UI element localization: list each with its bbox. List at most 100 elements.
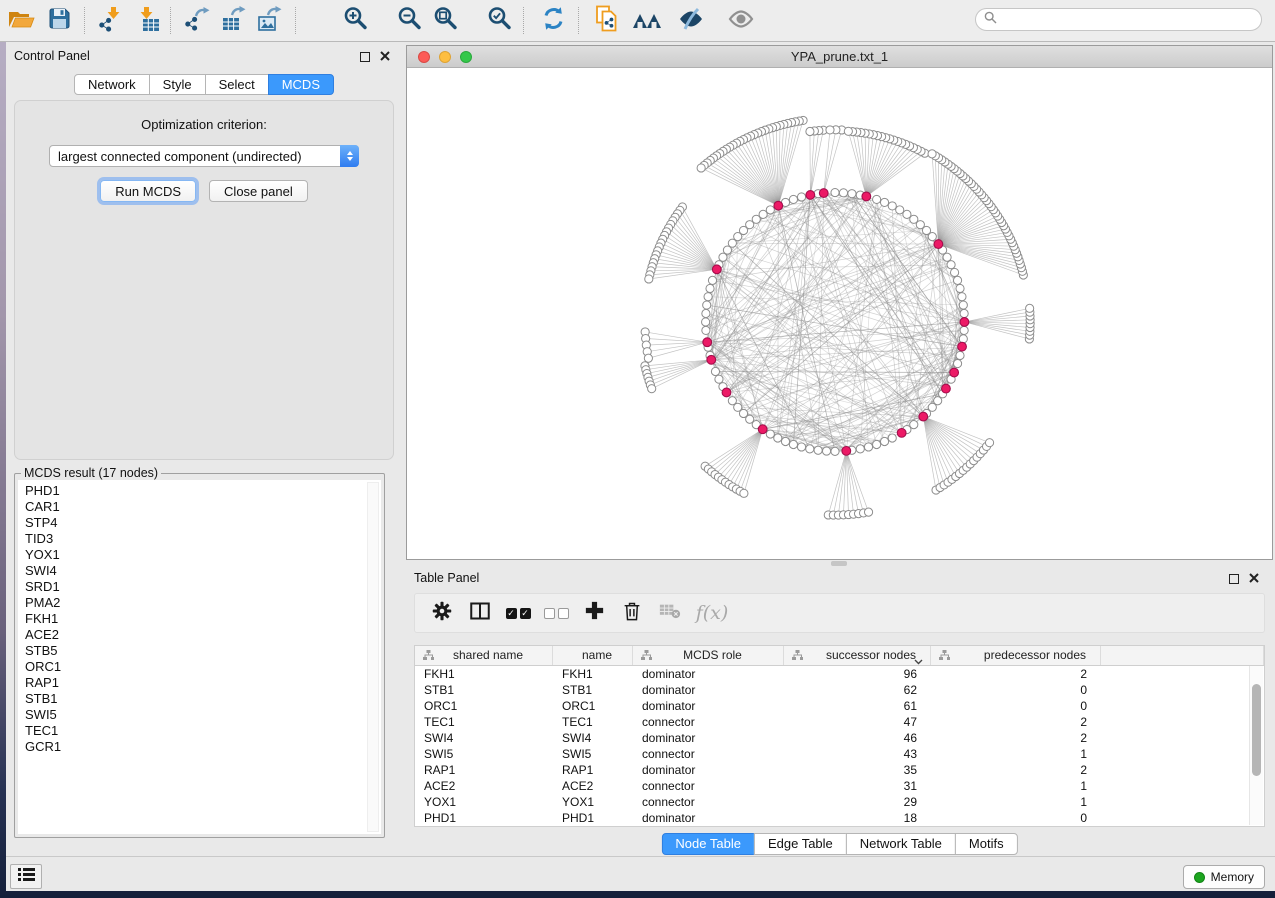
mcds-result-item[interactable]: CAR1 — [18, 499, 381, 515]
sort-icon[interactable] — [914, 652, 923, 670]
mcds-result-item[interactable]: ORC1 — [18, 659, 381, 675]
tab-network-table[interactable]: Network Table — [846, 833, 956, 855]
run-mcds-button[interactable]: Run MCDS — [100, 180, 196, 202]
table-cell: dominator — [633, 698, 784, 714]
mcds-result-item[interactable]: RAP1 — [18, 675, 381, 691]
table-cell: 2 — [931, 762, 1101, 778]
add-icon — [585, 601, 604, 625]
zoom-fit-button[interactable] — [430, 6, 460, 36]
table-row[interactable]: FKH1FKH1dominator962 — [415, 666, 1264, 682]
table-row[interactable]: SWI4SWI4dominator462 — [415, 730, 1264, 746]
table-row[interactable]: YOX1YOX1connector291 — [415, 794, 1264, 810]
deselect-all-button[interactable] — [537, 608, 575, 619]
clone-network-button[interactable] — [592, 6, 622, 36]
mcds-result-item[interactable]: GCR1 — [18, 739, 381, 755]
apply-function-button[interactable]: f(x) — [689, 602, 735, 624]
table-cell: 1 — [931, 746, 1101, 762]
mcds-result-item[interactable]: STB5 — [18, 643, 381, 659]
close-panel-button[interactable]: Close panel — [209, 180, 308, 202]
delete-column-button[interactable] — [613, 601, 651, 626]
gear-icon — [432, 601, 452, 626]
table-row[interactable]: STB1STB1dominator620 — [415, 682, 1264, 698]
mcds-result-item[interactable]: SWI5 — [18, 707, 381, 723]
mcds-result-item[interactable]: ACE2 — [18, 627, 381, 643]
first-neighbors-button[interactable] — [632, 6, 662, 36]
table-row[interactable]: ACE2ACE2connector311 — [415, 778, 1264, 794]
close-table-panel-icon[interactable] — [1249, 573, 1259, 583]
tab-mcds[interactable]: MCDS — [268, 74, 334, 95]
mcds-result-item[interactable]: TEC1 — [18, 723, 381, 739]
table-cell: FKH1 — [415, 666, 553, 682]
select-all-button[interactable]: ✓✓ — [499, 608, 537, 619]
table-row[interactable]: SWI5SWI5connector431 — [415, 746, 1264, 762]
table-row[interactable]: RAP1RAP1dominator352 — [415, 762, 1264, 778]
zoom-selected-button[interactable] — [484, 6, 514, 36]
zoom-in-button[interactable] — [340, 6, 370, 36]
criterion-dropdown[interactable]: largest connected component (undirected) — [49, 145, 359, 167]
table-settings-button[interactable] — [423, 601, 461, 626]
table-panel: Table Panel — [406, 567, 1273, 856]
memory-button[interactable]: Memory — [1183, 865, 1265, 889]
table-cell: 96 — [784, 666, 931, 682]
tab-style[interactable]: Style — [149, 74, 206, 95]
mcds-result-item[interactable]: SRD1 — [18, 579, 381, 595]
import-table-button[interactable] — [132, 6, 162, 36]
tab-network[interactable]: Network — [74, 74, 150, 95]
save-session-button[interactable] — [44, 6, 74, 36]
hide-selected-button[interactable] — [676, 6, 706, 36]
show-columns-button[interactable] — [461, 602, 499, 625]
table-scroll-thumb[interactable] — [1252, 684, 1261, 776]
export-image-button[interactable] — [254, 6, 284, 36]
tab-motifs[interactable]: Motifs — [955, 833, 1018, 855]
table-cell: 61 — [784, 698, 931, 714]
table-row[interactable]: PHD1PHD1dominator180 — [415, 810, 1264, 826]
float-panel-icon[interactable] — [360, 52, 370, 62]
column-header-successor-nodes[interactable]: successor nodes — [784, 646, 931, 665]
export-table-button[interactable] — [218, 6, 248, 36]
close-panel-icon[interactable] — [380, 51, 390, 61]
open-session-button[interactable] — [6, 6, 36, 36]
column-header-name[interactable]: name — [553, 646, 633, 665]
table-row[interactable]: TEC1TEC1connector472 — [415, 714, 1264, 730]
mcds-result-item[interactable]: TID3 — [18, 531, 381, 547]
task-history-button[interactable] — [10, 864, 42, 889]
mcds-result-item[interactable]: YOX1 — [18, 547, 381, 563]
import-network-button[interactable] — [96, 6, 126, 36]
refresh-layout-button[interactable] — [538, 6, 568, 36]
table-cell: TEC1 — [553, 714, 633, 730]
table-panel-header: Table Panel — [406, 567, 1273, 589]
control-panel: Control Panel NetworkStyleSelectMCDS Opt… — [6, 45, 402, 856]
search-input[interactable] — [1002, 12, 1261, 28]
tab-edge-table[interactable]: Edge Table — [754, 833, 847, 855]
table-row[interactable]: ORC1ORC1dominator610 — [415, 698, 1264, 714]
column-header-MCDS-role[interactable]: MCDS role — [633, 646, 784, 665]
mcds-result-item[interactable]: STP4 — [18, 515, 381, 531]
table-cell-filler — [1101, 794, 1264, 810]
column-header-shared-name[interactable]: shared name — [415, 646, 553, 665]
delete-table-button[interactable] — [651, 603, 689, 624]
export-network-button[interactable] — [182, 6, 212, 36]
delete-table-icon — [659, 603, 681, 624]
table-scrollbar[interactable] — [1249, 666, 1263, 825]
mcds-result-item[interactable]: PHD1 — [18, 483, 381, 499]
mcds-result-item[interactable]: FKH1 — [18, 611, 381, 627]
table-cell: SWI4 — [553, 730, 633, 746]
tab-select[interactable]: Select — [205, 74, 269, 95]
network-canvas[interactable] — [407, 68, 1272, 559]
table-cell: SWI5 — [553, 746, 633, 762]
mcds-list-scrollbar[interactable] — [367, 482, 379, 832]
table-cell-filler — [1101, 810, 1264, 826]
table-cell: dominator — [633, 730, 784, 746]
tab-node-table[interactable]: Node Table — [661, 833, 755, 855]
mcds-result-item[interactable]: PMA2 — [18, 595, 381, 611]
zoom-out-button[interactable] — [394, 6, 424, 36]
mcds-result-item[interactable]: STB1 — [18, 691, 381, 707]
horizontal-splitter[interactable] — [404, 560, 1273, 567]
add-column-button[interactable] — [575, 601, 613, 625]
float-table-panel-icon[interactable] — [1229, 574, 1239, 584]
column-header-filler — [1101, 646, 1264, 665]
show-all-button[interactable] — [726, 6, 756, 36]
table-cell: 2 — [931, 730, 1101, 746]
column-header-predecessor-nodes[interactable]: predecessor nodes — [931, 646, 1101, 665]
mcds-result-item[interactable]: SWI4 — [18, 563, 381, 579]
